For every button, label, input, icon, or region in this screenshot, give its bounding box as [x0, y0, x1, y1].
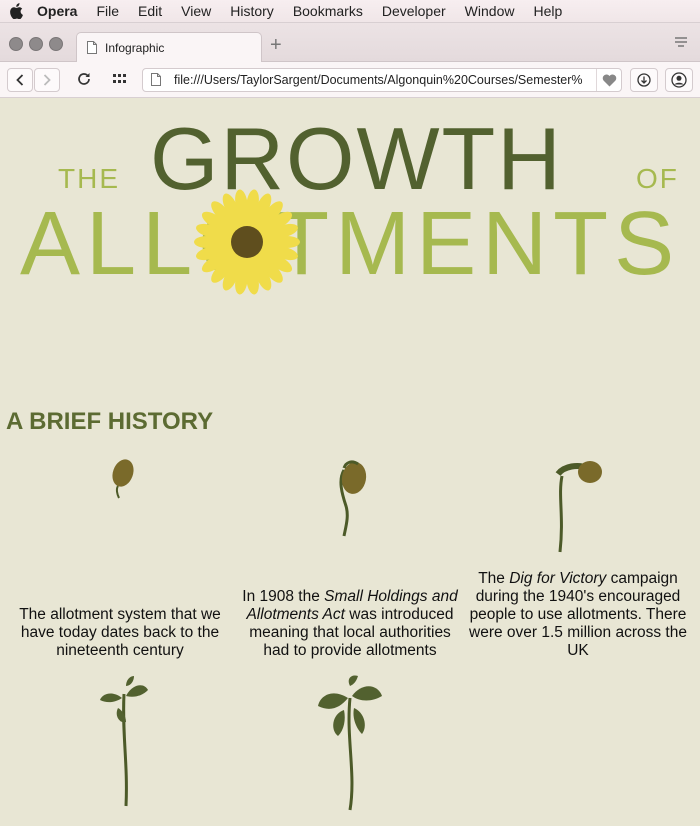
young-plant-icon [100, 676, 148, 807]
caption-3-pre: The [478, 570, 510, 587]
history-caption-2: In 1908 the Small Holdings and Allotment… [238, 588, 462, 660]
zoom-window-button[interactable] [49, 37, 63, 51]
speed-dial-button[interactable] [106, 68, 134, 90]
account-button[interactable] [665, 68, 693, 92]
section-heading: A BRIEF HISTORY [6, 408, 214, 435]
page-content: THE GROWTH OF ALLOTMENTS A BRIEF HISTORY… [0, 98, 700, 826]
menu-app-opera[interactable]: Opera [37, 3, 77, 19]
page-icon [151, 73, 161, 86]
reload-button[interactable] [70, 68, 98, 90]
back-icon [16, 74, 24, 86]
minimize-window-button[interactable] [29, 37, 43, 51]
history-caption-3: The Dig for Victory campaign during the … [466, 570, 690, 660]
back-button[interactable] [7, 68, 33, 92]
heart-icon [602, 74, 616, 86]
reload-icon [78, 73, 90, 85]
caption-3-campaign-name: Dig for Victory [509, 570, 607, 587]
apple-icon[interactable] [10, 3, 23, 19]
close-window-button[interactable] [9, 37, 23, 51]
sprouting-seed-icon [339, 460, 367, 537]
url-text: file:///Users/TaylorSargent/Documents/Al… [174, 73, 583, 87]
download-icon [637, 73, 651, 87]
grown-plant-icon [318, 675, 382, 811]
history-caption-1: The allotment system that we have today … [8, 606, 232, 660]
new-tab-button[interactable]: + [270, 34, 282, 57]
forward-button[interactable] [34, 68, 60, 92]
speed-dial-icon [113, 74, 126, 83]
downloads-button[interactable] [630, 68, 658, 92]
title-allotments: ALLOTMENTS [20, 194, 681, 294]
sunflower-icon [194, 189, 300, 295]
tab-strip: Infographic + [0, 23, 700, 62]
menu-history[interactable]: History [230, 3, 274, 19]
account-icon [671, 72, 687, 88]
address-bar: file:///Users/TaylorSargent/Documents/Al… [0, 62, 700, 98]
tab-infographic[interactable]: Infographic [76, 32, 262, 62]
seedling-icon [555, 461, 602, 553]
menu-bar: Opera File Edit View History Bookmarks D… [0, 0, 700, 23]
forward-icon [43, 74, 51, 86]
tab-menu-icon[interactable] [674, 36, 688, 48]
bookmark-heart-button[interactable] [596, 69, 621, 91]
menu-bookmarks[interactable]: Bookmarks [293, 3, 363, 19]
menu-window[interactable]: Window [465, 3, 515, 19]
caption-2-pre: In 1908 the [242, 588, 325, 605]
title-the: THE [58, 163, 120, 194]
menu-help[interactable]: Help [533, 3, 562, 19]
menu-view[interactable]: View [181, 3, 211, 19]
url-field[interactable]: file:///Users/TaylorSargent/Documents/Al… [142, 68, 622, 92]
menu-file[interactable]: File [96, 3, 119, 19]
tab-title: Infographic [105, 40, 165, 55]
menu-developer[interactable]: Developer [382, 3, 446, 19]
caption-1-text: The allotment system that we have today … [19, 606, 221, 659]
menu-edit[interactable]: Edit [138, 3, 162, 19]
title-of: OF [636, 163, 679, 194]
page-icon [87, 41, 97, 54]
seed-icon [112, 459, 134, 499]
